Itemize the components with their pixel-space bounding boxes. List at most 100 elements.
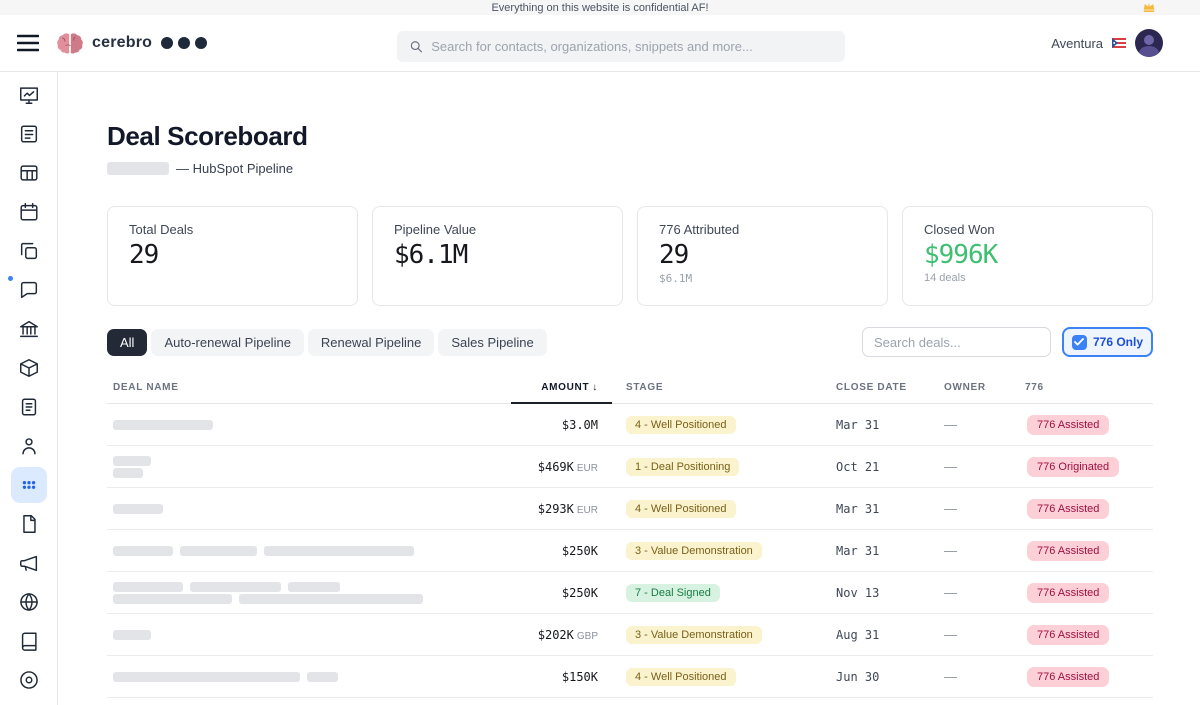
logo-dots [161,37,208,49]
deal-amount: $469K [537,459,574,474]
table-row[interactable]: $250K 7 - Deal Signed Nov 13 — 776 Assisted [107,572,1153,614]
776-cell: 776 Assisted [1025,414,1153,435]
deal-stage-cell: 7 - Deal Signed [612,583,836,602]
skeleton-placeholder [113,671,300,682]
table-header: Deal Name Amount ↓ Stage Close Date Owne… [107,372,1153,404]
776-cell: 776 Assisted [1025,666,1153,687]
col-stage[interactable]: Stage [612,372,836,404]
deal-amount: $202K [537,627,574,642]
sidebar-item-table[interactable] [11,155,47,191]
deal-amount: $250K [561,543,598,558]
deal-name-cell [107,454,511,480]
avatar[interactable] [1135,29,1163,57]
skeleton-placeholder [264,545,414,556]
disc-icon [19,671,38,689]
stage-badge: 7 - Deal Signed [626,584,720,602]
deal-amount-cell: $150K [511,670,612,684]
table-row[interactable]: $3.0M 4 - Well Positioned Mar 31 — 776 Assis… [107,404,1153,446]
calendar-icon [19,203,38,221]
filter-tab-all[interactable]: All [107,328,148,356]
skeleton-placeholder [239,593,423,604]
776-badge: 776 Assisted [1027,540,1110,561]
crown-icon [1143,2,1155,12]
col-close-date[interactable]: Close Date [836,372,944,404]
bank-icon [19,320,38,338]
sidebar-item-chat[interactable] [11,272,47,308]
776-badge: 776 Originated [1027,456,1120,477]
close-date: Nov 13 [836,585,880,600]
stat-value: $6.1M [394,240,468,270]
deal-search[interactable] [862,327,1051,357]
stage-badge: 1 - Deal Positioning [626,458,740,476]
copy-icon [20,242,37,260]
sidebar-item-globe[interactable] [11,584,47,620]
table-row[interactable]: $202K GBP 3 - Value Demonstration Aug 31 — 77… [107,614,1153,656]
stage-badge: 4 - Well Positioned [626,500,736,518]
skeleton-placeholder [180,545,257,556]
col-owner[interactable]: Owner [944,372,1025,404]
deal-name-cell [107,502,511,516]
sidebar-item-dashboard[interactable] [11,77,47,113]
sidebar-item-disc[interactable] [11,662,47,698]
776-badge: 776 Assisted [1027,498,1110,519]
skeleton-placeholder [190,581,281,592]
deal-owner: — [944,543,957,558]
global-search[interactable] [397,31,845,62]
col-776[interactable]: 776 [1025,372,1153,404]
filter-tab-sales-pipeline[interactable]: Sales Pipeline [438,328,547,356]
sidebar-item-package[interactable] [11,350,47,386]
skeleton-placeholder [113,467,143,478]
skeleton-placeholder [113,593,232,604]
hamburger-menu-button[interactable] [17,34,39,52]
sidebar-item-bank[interactable] [11,311,47,347]
776-only-toggle[interactable]: 776 Only [1062,327,1153,357]
table-row[interactable]: $469K EUR 1 - Deal Positioning Oct 21 — 776 O… [107,446,1153,488]
776-badge: 776 Assisted [1027,414,1110,435]
deal-amount-cell: $250K [511,586,612,600]
confidential-banner: Everything on this website is confidenti… [0,0,1200,15]
main-content: Deal Scoreboard — HubSpot Pipeline Total… [59,72,1200,705]
table-row[interactable]: $293K EUR 4 - Well Positioned Mar 31 — 776 As… [107,488,1153,530]
checkbox-checked-icon[interactable] [1071,334,1087,350]
skeleton-placeholder [107,161,169,175]
deals-table: Deal Name Amount ↓ Stage Close Date Owne… [107,372,1153,698]
stat-card-pipeline-value: Pipeline Value $6.1M [372,206,623,306]
table-row[interactable]: $250K 3 - Value Demonstration Mar 31 — 776 A… [107,530,1153,572]
776-badge: 776 Assisted [1027,582,1110,603]
col-deal-name[interactable]: Deal Name [107,372,511,404]
sidebar-item-book[interactable] [11,623,47,659]
skeleton-placeholder [113,419,213,430]
filter-tab-auto-renewal-pipeline[interactable]: Auto-renewal Pipeline [151,328,304,356]
list-icon [20,125,37,143]
sidebar-item-list[interactable] [11,116,47,152]
currency-code: EUR [576,462,598,474]
stat-label: Total Deals [129,222,194,237]
filter-tab-renewal-pipeline[interactable]: Renewal Pipeline [307,328,435,356]
776-cell: 776 Originated [1025,456,1153,477]
sidebar-item-copy[interactable] [11,233,47,269]
stage-badge: 3 - Value Demonstration [626,542,762,560]
deal-owner: — [944,585,957,600]
deal-search-input[interactable] [874,334,1039,350]
brain-logo-icon [57,33,83,54]
776-only-label: 776 Only [1092,335,1144,349]
app-logo[interactable]: cerebro [55,31,208,55]
global-search-input[interactable] [431,39,833,54]
stat-value: 29 [659,240,689,270]
sidebar-item-file[interactable] [11,506,47,542]
col-amount[interactable]: Amount ↓ [511,372,612,404]
sidebar-item-notes[interactable] [11,389,47,425]
sidebar-item-apps[interactable] [10,467,47,503]
deal-amount: $293K [537,501,574,516]
deal-name-cell [107,418,511,432]
stage-badge: 4 - Well Positioned [626,416,736,434]
currency-code: GBP [576,630,598,642]
sidebar-item-megaphone[interactable] [11,545,47,581]
table-row[interactable]: $150K 4 - Well Positioned Jun 30 — 776 Assis… [107,656,1153,698]
stat-card-total-deals: Total Deals 29 [107,206,358,306]
sidebar-item-person[interactable] [11,428,47,464]
sidebar-item-calendar[interactable] [11,194,47,230]
page-title: Deal Scoreboard [107,121,308,151]
deal-amount: $3.0M [561,417,598,432]
776-badge: 776 Assisted [1027,666,1110,687]
